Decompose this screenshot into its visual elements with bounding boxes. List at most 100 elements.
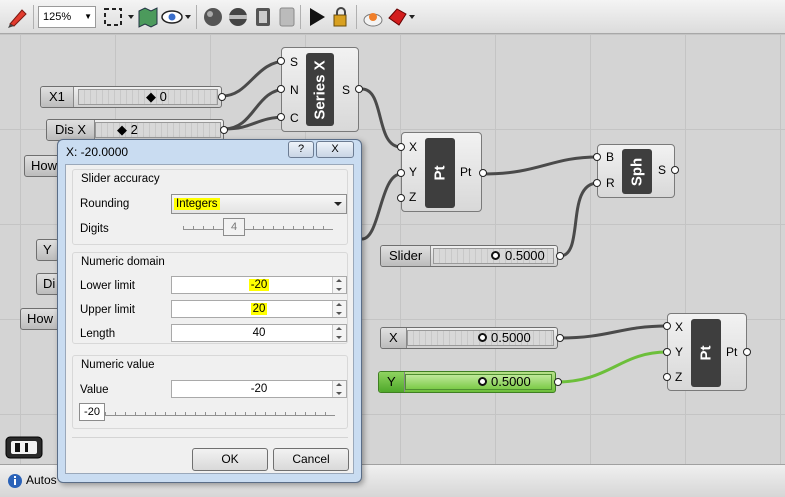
input-pin[interactable] [397, 143, 405, 151]
rounding-select[interactable]: Integers [171, 194, 347, 214]
lower-limit-input[interactable]: -20 [171, 276, 347, 294]
output-pin[interactable] [355, 85, 363, 93]
input-pin[interactable] [593, 179, 601, 187]
digits-slider-track[interactable] [183, 220, 333, 230]
slider-name: Y [379, 372, 405, 392]
input-pin[interactable] [663, 348, 671, 356]
slider-x1[interactable]: X1 ◆ 0 [40, 86, 222, 108]
wire-selected [555, 350, 668, 384]
chevron-down-icon: ▼ [84, 12, 92, 21]
group-numeric-value: Numeric value Value -20 -20 [72, 355, 348, 429]
input-label: Y [675, 345, 684, 359]
slider-value: ◆ 2 [117, 122, 138, 137]
value-input[interactable]: -20 [171, 380, 347, 398]
eye-icon[interactable] [161, 6, 193, 28]
output-pin[interactable] [479, 169, 487, 177]
gem-icon[interactable] [387, 6, 417, 28]
length-input[interactable]: 40 [171, 324, 347, 342]
output-label: Pt [726, 345, 738, 359]
input-label: Z [675, 370, 683, 384]
bake-icon[interactable] [362, 6, 384, 28]
map-icon[interactable] [137, 6, 159, 28]
play-icon[interactable] [306, 6, 328, 28]
lock-icon[interactable] [330, 6, 352, 28]
info-icon [8, 474, 22, 488]
value-slider-track[interactable] [85, 406, 335, 416]
wire [482, 155, 599, 176]
help-button[interactable]: ? [288, 141, 314, 158]
close-button[interactable]: X [316, 141, 354, 158]
input-label: C [290, 111, 299, 125]
slider-x[interactable]: X 0.5000 [380, 327, 558, 349]
input-pin[interactable] [277, 85, 285, 93]
slider-value: 0.5000 [491, 330, 531, 345]
upper-limit-input[interactable]: 20 [171, 300, 347, 318]
input-label: R [606, 176, 615, 190]
sphere-component[interactable]: B R Sph S [597, 144, 675, 198]
partial-component-how-2[interactable]: How [20, 308, 61, 330]
output-pin[interactable] [743, 348, 751, 356]
input-label: S [290, 55, 299, 69]
input-pin[interactable] [593, 153, 601, 161]
slider-name: Slider [381, 246, 432, 266]
output-pin[interactable] [220, 126, 228, 134]
input-pin[interactable] [397, 169, 405, 177]
input-pin[interactable] [397, 194, 405, 202]
component-label: Y [43, 242, 52, 257]
ok-label: OK [221, 452, 239, 466]
slider-radius[interactable]: Slider 0.5000 [380, 245, 558, 267]
input-pin[interactable] [277, 57, 285, 65]
slider-knob[interactable] [478, 377, 487, 386]
cancel-button[interactable]: Cancel [273, 448, 349, 471]
digits-slider-knob[interactable]: 4 [223, 218, 245, 236]
upper-limit-label: Upper limit [80, 304, 135, 316]
zoom-extents-icon[interactable] [102, 6, 136, 28]
divider [72, 437, 348, 438]
help-icon: ? [297, 143, 305, 155]
component-label: How [27, 311, 54, 326]
wire [361, 172, 402, 241]
input-label: X [675, 320, 684, 334]
point-component[interactable]: X Y Z Pt Pt [401, 132, 482, 212]
partial-component-y[interactable]: Y [36, 239, 59, 261]
ok-button[interactable]: OK [192, 448, 268, 471]
point-component-2[interactable]: X Y Z Pt Pt [667, 313, 747, 391]
group-numeric-domain: Numeric domain Lower limit -20 Upper lim… [72, 252, 348, 344]
slider-settings-dialog[interactable]: X: -20.0000 ? X Slider accuracy Rounding… [57, 139, 362, 483]
pen-icon[interactable] [6, 6, 30, 28]
output-pin[interactable] [218, 93, 226, 101]
input-pin[interactable] [663, 373, 671, 381]
output-pin[interactable] [671, 166, 679, 174]
series-component[interactable]: S N C Series X S [281, 47, 359, 132]
preview-selected-icon[interactable] [252, 6, 274, 28]
output-pin[interactable] [556, 334, 564, 342]
chevron-down-icon [334, 202, 342, 206]
wire [559, 181, 599, 258]
component-label: Di [43, 276, 56, 291]
output-pin[interactable] [554, 378, 562, 386]
preview-shaded-icon[interactable] [202, 6, 224, 28]
slider-knob[interactable] [491, 251, 500, 260]
input-label: B [606, 150, 615, 164]
spinner-icon[interactable] [332, 277, 346, 293]
spinner-icon[interactable] [332, 381, 346, 397]
spinner-icon[interactable] [332, 325, 346, 341]
input-pin[interactable] [277, 113, 285, 121]
preview-wire-icon[interactable] [227, 6, 249, 28]
value-slider-knob[interactable]: -20 [79, 403, 105, 421]
group-slider-accuracy: Slider accuracy Rounding Integers Digits… [72, 169, 348, 245]
preview-off-icon[interactable] [276, 6, 298, 28]
component-core: Sph [622, 149, 652, 194]
slider-y[interactable]: Y 0.5000 [378, 371, 556, 393]
spinner-icon[interactable] [332, 301, 346, 317]
cancel-label: Cancel [292, 452, 330, 466]
rounding-label: Rounding [80, 198, 130, 210]
component-core: Pt [691, 319, 721, 387]
zoom-combo[interactable]: 125% ▼ [38, 6, 96, 28]
input-pin[interactable] [663, 322, 671, 330]
slider-dis-x[interactable]: Dis X ◆ 2 [46, 119, 224, 141]
output-pin[interactable] [556, 252, 564, 260]
output-label: Pt [460, 165, 472, 179]
slider-knob[interactable] [478, 333, 487, 342]
slider-track[interactable] [95, 122, 221, 138]
